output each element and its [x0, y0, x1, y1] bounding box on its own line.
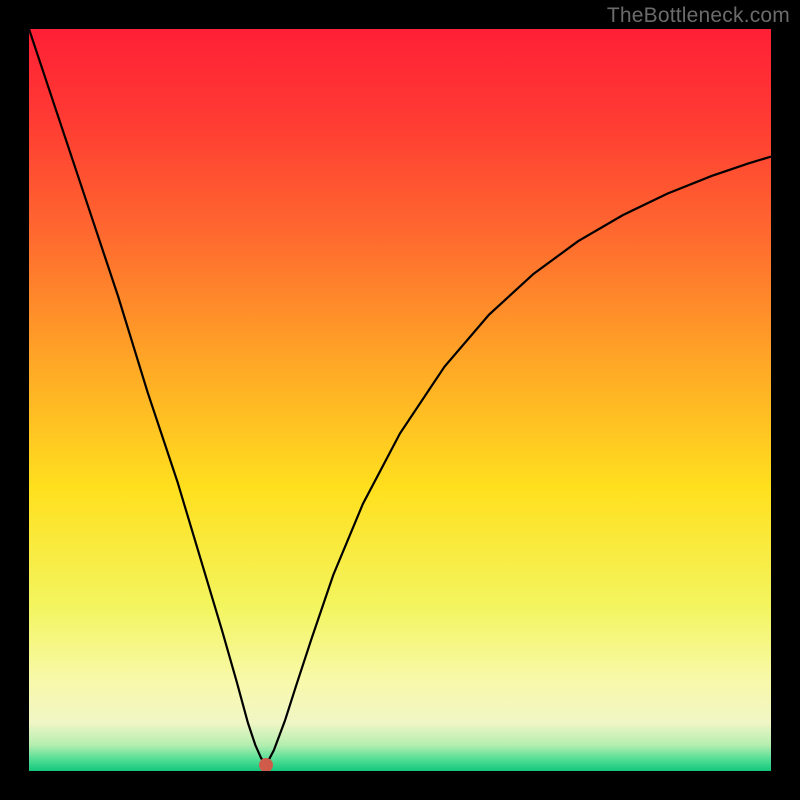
chart-frame: TheBottleneck.com — [0, 0, 800, 800]
plot-area — [29, 29, 771, 771]
bottleneck-curve — [29, 29, 771, 764]
curve-layer — [29, 29, 771, 771]
watermark-text: TheBottleneck.com — [607, 4, 790, 28]
optimum-marker — [259, 758, 273, 771]
